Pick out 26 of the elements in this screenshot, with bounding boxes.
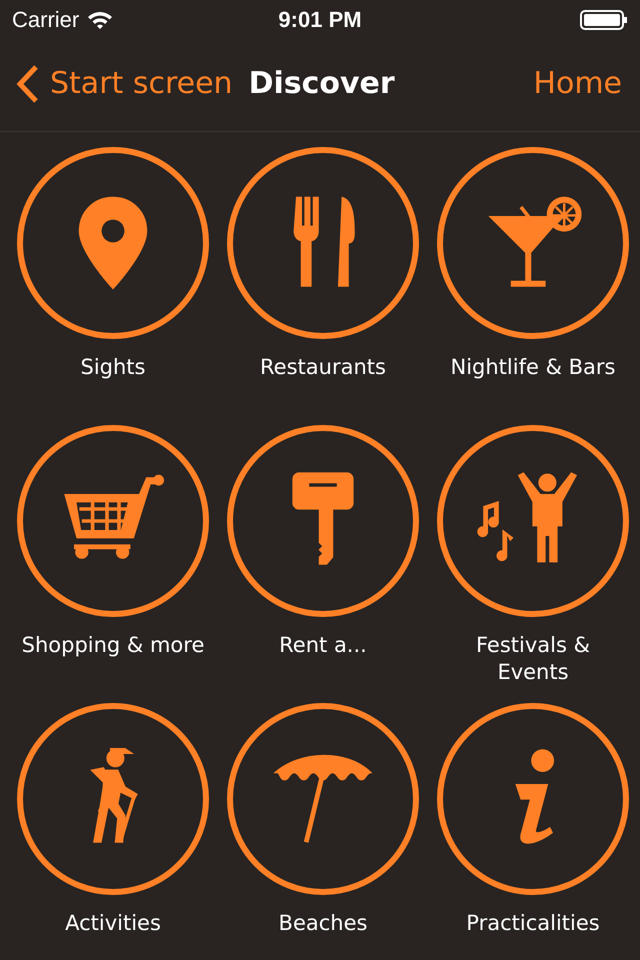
category-button[interactable]	[227, 425, 419, 617]
category-label: Restaurants	[259, 354, 387, 381]
category-button[interactable]	[437, 147, 629, 339]
category-label: Rent a...	[278, 632, 368, 659]
back-button[interactable]: Start screen	[16, 64, 233, 104]
chevron-left-icon	[16, 64, 40, 104]
carrier-name: Carrier	[12, 7, 80, 33]
category-button[interactable]	[227, 703, 419, 895]
screen-title: Discover	[248, 66, 395, 101]
battery-icon	[580, 10, 628, 30]
category-button[interactable]	[17, 147, 209, 339]
category-label: Sights	[80, 354, 146, 381]
category-label: Shopping & more	[20, 632, 206, 659]
category-button[interactable]	[437, 425, 629, 617]
status-time: 9:01 PM	[278, 7, 362, 33]
category-label: Beaches	[278, 910, 368, 937]
category-button[interactable]	[17, 425, 209, 617]
category-button[interactable]	[437, 703, 629, 895]
category-label: Activities	[64, 910, 162, 937]
category-button[interactable]	[227, 147, 419, 339]
category-label: Festivals & Events	[475, 632, 591, 686]
category-label: Practicalities	[465, 910, 601, 937]
category-button[interactable]	[17, 703, 209, 895]
wifi-icon	[87, 10, 114, 30]
home-button[interactable]: Home	[533, 66, 622, 101]
category-label: Nightlife & Bars	[450, 354, 616, 381]
